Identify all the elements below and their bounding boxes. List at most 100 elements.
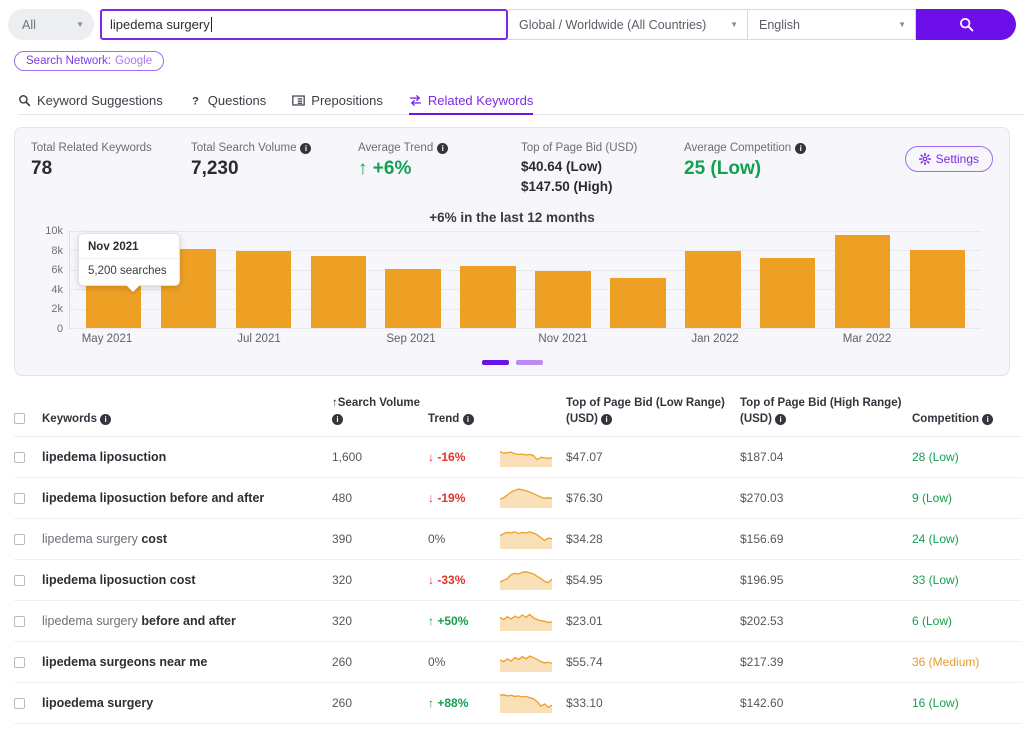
row-checkbox[interactable]	[14, 575, 25, 586]
info-icon[interactable]: i	[100, 414, 111, 425]
keyword-cell[interactable]: lipedema liposuction cost	[42, 560, 332, 601]
chart-bar[interactable]	[910, 250, 965, 328]
chart-bar[interactable]	[610, 278, 665, 328]
chart-bar-slot[interactable]	[376, 231, 451, 328]
keyword-cell[interactable]: lipedema liposuction	[42, 437, 332, 478]
chart-bar[interactable]	[535, 271, 590, 328]
stat-top-of-page-bid: Top of Page Bid (USD) $40.64 (Low) $147.…	[521, 142, 684, 194]
overview-card: Total Related Keywords 78 Total Search V…	[14, 127, 1010, 376]
chart-page-indicator[interactable]	[482, 360, 509, 365]
table-row[interactable]: lipedema liposuction cost320↓ -33%$54.95…	[14, 560, 1022, 601]
info-icon[interactable]: i	[332, 414, 343, 425]
chart-bar-slot[interactable]	[526, 231, 601, 328]
info-icon[interactable]: i	[601, 414, 612, 425]
info-icon[interactable]: i	[982, 414, 993, 425]
tab-related-keywords[interactable]: Related Keywords	[409, 94, 534, 114]
row-checkbox[interactable]	[14, 452, 25, 463]
table-row[interactable]: lipedema liposuction1,600↓ -16%$47.07$18…	[14, 437, 1022, 478]
chart-bar-slot[interactable]	[301, 231, 376, 328]
chart-bar[interactable]	[236, 251, 291, 328]
stat-value: ↑ +6%	[358, 158, 521, 180]
chart-bar-slot[interactable]	[900, 231, 975, 328]
chart-bar[interactable]	[685, 251, 740, 328]
keyword-cell[interactable]: lipedema surgery before and after	[42, 601, 332, 642]
row-checkbox[interactable]	[14, 616, 25, 627]
row-checkbox[interactable]	[14, 657, 25, 668]
shuffle-arrows-icon	[409, 94, 422, 107]
row-checkbox[interactable]	[14, 534, 25, 545]
table-row[interactable]: lipoedema surgery260↑ +88%$33.10$142.601…	[14, 683, 1022, 724]
info-icon[interactable]: i	[795, 143, 806, 154]
row-checkbox[interactable]	[14, 493, 25, 504]
header-label: Competition	[912, 413, 979, 425]
stat-label-text: Total Search Volume	[191, 142, 296, 154]
info-icon[interactable]: i	[463, 414, 474, 425]
chart-bar[interactable]	[385, 269, 440, 328]
country-select[interactable]: Global / Worldwide (All Countries) ▼	[508, 9, 748, 40]
header-search-volume[interactable]: ↑Search Volume i	[332, 390, 428, 437]
list-icon	[292, 94, 305, 107]
sparkline-cell	[500, 560, 566, 601]
tab-questions[interactable]: ? Questions	[189, 94, 267, 114]
chart-bar[interactable]	[460, 266, 515, 328]
table-row[interactable]: lipedema liposuction before and after480…	[14, 478, 1022, 519]
chevron-down-icon: ▼	[730, 21, 738, 29]
chart-page-indicator[interactable]	[516, 360, 543, 365]
keyword-cell[interactable]: lipedema surgeons near me	[42, 642, 332, 683]
chart-bar-slot[interactable]	[675, 231, 750, 328]
chart-bar-slot[interactable]	[226, 231, 301, 328]
trend-value: ↓ -33%	[428, 573, 465, 587]
header-trend[interactable]: Trend i	[428, 390, 500, 437]
header-competition[interactable]: Competition i	[912, 390, 1022, 437]
header-keywords[interactable]: Keywords i	[42, 390, 332, 437]
competition-value: 33 (Low)	[912, 573, 959, 587]
bid-high-cell: $270.03	[740, 478, 912, 519]
chart-x-tick: Mar 2022	[843, 333, 892, 345]
select-all-checkbox[interactable]	[14, 413, 25, 424]
settings-button[interactable]: Settings	[905, 146, 993, 172]
search-volume-cell: 320	[332, 601, 428, 642]
row-checkbox[interactable]	[14, 698, 25, 709]
language-select[interactable]: English ▼	[748, 9, 916, 40]
table-row[interactable]: lipedema surgery cost3900%$34.28$156.692…	[14, 519, 1022, 560]
bid-high-cell: $217.39	[740, 642, 912, 683]
bid-low-cell: $55.74	[566, 642, 740, 683]
search-volume-cell: 320	[332, 560, 428, 601]
keyword-input[interactable]: lipedema surgery	[100, 9, 508, 40]
keyword-cell[interactable]: lipoedema surgery	[42, 683, 332, 724]
trend-cell: ↑ +88%	[428, 683, 500, 724]
search-button[interactable]	[916, 9, 1016, 40]
chart-bar[interactable]	[835, 235, 890, 328]
chart-bar-slot[interactable]	[750, 231, 825, 328]
search-network-badge[interactable]: Search Network: Google	[14, 51, 164, 71]
chart-bar-slot[interactable]	[825, 231, 900, 328]
chart-y-axis: 02k4k6k8k10k	[37, 231, 67, 329]
tab-keyword-suggestions[interactable]: Keyword Suggestions	[18, 94, 163, 114]
match-type-select[interactable]: All ▼	[8, 9, 94, 40]
table-row[interactable]: lipedema surgeons near me2600%$55.74$217…	[14, 642, 1022, 683]
sparkline-cell	[500, 437, 566, 478]
row-checkbox-cell	[14, 437, 42, 478]
tab-prepositions[interactable]: Prepositions	[292, 94, 383, 114]
header-label: Trend	[428, 413, 459, 425]
search-volume-chart: 02k4k6k8k10k May 2021Jul 2021Sep 2021Nov…	[37, 231, 987, 351]
competition-cell: 33 (Low)	[912, 560, 1022, 601]
chart-bar[interactable]	[760, 258, 815, 328]
chart-bar[interactable]	[311, 256, 366, 328]
chart-x-tick: Nov 2021	[538, 333, 587, 345]
table-row[interactable]: lipedema surgery before and after320↑ +5…	[14, 601, 1022, 642]
info-icon[interactable]: i	[300, 143, 311, 154]
chart-bar-slot[interactable]	[600, 231, 675, 328]
header-bid-low[interactable]: Top of Page Bid (Low Range) (USD) i	[566, 390, 740, 437]
competition-value: 16 (Low)	[912, 696, 959, 710]
tab-label: Prepositions	[311, 94, 383, 107]
bid-low-cell: $33.10	[566, 683, 740, 724]
chart-bar-slot[interactable]	[451, 231, 526, 328]
stat-label: Average Trend i	[358, 142, 521, 154]
info-icon[interactable]: i	[437, 143, 448, 154]
header-bid-high[interactable]: Top of Page Bid (High Range) (USD) i	[740, 390, 912, 437]
keyword-cell[interactable]: lipedema liposuction before and after	[42, 478, 332, 519]
info-icon[interactable]: i	[775, 414, 786, 425]
keyword-cell[interactable]: lipedema surgery cost	[42, 519, 332, 560]
stat-label: Total Related Keywords	[31, 142, 191, 154]
